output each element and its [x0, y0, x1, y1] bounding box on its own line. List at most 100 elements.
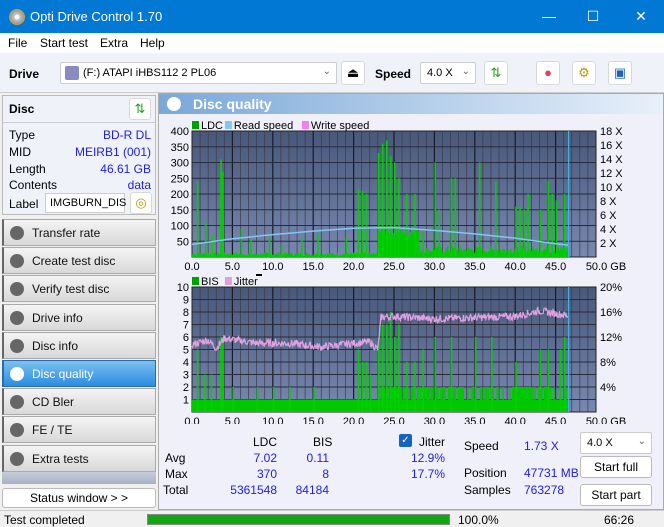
- legend-label: BIS: [201, 276, 219, 288]
- disc-type-key: Type: [9, 128, 36, 142]
- y-tick-label: 10: [177, 282, 189, 294]
- jitter-checkbox[interactable]: ✓: [399, 434, 412, 447]
- total-bis: 84184: [295, 483, 329, 497]
- nav-label: Create test disc: [32, 254, 116, 269]
- nav-disc-quality[interactable]: Disc quality: [2, 360, 156, 387]
- bar-peak: [268, 238, 271, 257]
- nav-label: Extra tests: [32, 451, 89, 466]
- legend-swatch: [192, 121, 199, 129]
- drive-select[interactable]: (F:) ATAPI iHBS112 2 PL06 ⌄: [60, 62, 337, 84]
- x-tick-label: 0.0: [184, 261, 199, 273]
- bar-peak: [313, 387, 315, 412]
- y2-tick-label: 8 X: [600, 196, 617, 208]
- x-tick-label: 20.0: [343, 416, 364, 424]
- max-label: Max: [165, 467, 188, 481]
- menu-start-test[interactable]: Start test: [40, 36, 88, 50]
- x-tick-label: 35.0: [464, 416, 485, 424]
- y2-tick-label: 4%: [600, 382, 616, 394]
- disc-label-field[interactable]: IMGBURN_DIS: [45, 193, 126, 213]
- disc-quality-panel: Disc quality 50 100 150 200 250 300 350 400 2 X4…: [158, 93, 664, 510]
- y2-tick-label: 18 X: [600, 126, 623, 138]
- refresh-button[interactable]: ⇅: [484, 61, 508, 85]
- bar-peak: [204, 374, 206, 412]
- bar-peak: [385, 140, 388, 257]
- bar-peak: [450, 337, 453, 412]
- legend-swatch: [224, 277, 232, 285]
- title-bar: Opti Drive Control 1.70 — ☐ ✕: [0, 0, 664, 33]
- start-part-button[interactable]: Start part: [580, 484, 652, 506]
- total-label: Total: [163, 483, 189, 497]
- nav-extra-tests[interactable]: Extra tests: [2, 444, 156, 472]
- nav-label: Disc info: [32, 338, 79, 353]
- bar-peak: [539, 209, 542, 257]
- bar-peak: [196, 181, 199, 257]
- bar-peak: [357, 189, 360, 257]
- nav-drive-info[interactable]: Drive info: [2, 303, 156, 331]
- x-tick-label: 15.0: [302, 261, 323, 273]
- x-tick-label: 40.0: [504, 416, 525, 424]
- chevron-down-icon: ⌄: [461, 66, 470, 77]
- x-tick-label: 40.0: [504, 261, 525, 273]
- bar-peak: [438, 209, 441, 257]
- y2-tick-label: 16 X: [600, 140, 623, 152]
- speed-stat-label: Speed: [464, 439, 499, 453]
- status-window-button[interactable]: Status window > >: [2, 488, 156, 508]
- bar-peak: [406, 194, 408, 257]
- drive-value: (F:) ATAPI iHBS112 2 PL06: [83, 67, 217, 79]
- nav-fe-te[interactable]: FE / TE: [2, 416, 156, 444]
- nav-disc-info[interactable]: Disc info: [2, 331, 156, 359]
- drive-icon: [65, 66, 79, 80]
- bar-peak: [204, 222, 207, 257]
- disc-info-panel: Disc ⇅ Type BD-R DL MID MEIRB1 (001) Len…: [2, 95, 156, 215]
- x-tick-label: 5.0: [225, 416, 240, 424]
- y2-tick-label: 4 X: [600, 224, 617, 236]
- menu-file[interactable]: File: [8, 36, 27, 50]
- x-tick-label: 0.0: [184, 416, 199, 424]
- x-tick-label: 10.0: [262, 261, 283, 273]
- legend-label: Write speed: [311, 120, 370, 132]
- bar-peak: [539, 349, 542, 412]
- disc-refresh-button[interactable]: ⇅: [129, 98, 151, 120]
- nav-spacer: [2, 472, 156, 484]
- y2-tick-label: 12%: [600, 332, 622, 344]
- bar-peak: [221, 337, 224, 412]
- menu-bar: File Start test Extra Help: [0, 33, 664, 53]
- close-button[interactable]: ✕: [626, 5, 656, 27]
- save-icon[interactable]: ▣: [608, 61, 632, 85]
- disc-icon[interactable]: ◎: [130, 192, 152, 214]
- menu-extra[interactable]: Extra: [100, 36, 128, 50]
- disc-label-key: Label: [9, 197, 39, 211]
- y2-tick-label: 10 X: [600, 182, 623, 194]
- eject-button[interactable]: ⏏: [341, 61, 365, 85]
- minimize-button[interactable]: —: [534, 5, 564, 27]
- bar-peak: [381, 324, 384, 412]
- bar-peak: [450, 178, 453, 257]
- bar-peak: [280, 244, 283, 257]
- nav-cd-bler[interactable]: CD Bler: [2, 388, 156, 416]
- bar-peak: [414, 194, 416, 257]
- nav-label: Verify test disc: [32, 282, 110, 297]
- test-speed-select[interactable]: 4.0 X ⌄: [580, 432, 652, 454]
- y-tick-label: 50: [177, 236, 189, 248]
- bar-peak: [394, 337, 396, 412]
- speed-select[interactable]: 4.0 X ⌄: [420, 62, 476, 84]
- disc-mid-key: MID: [9, 145, 31, 159]
- bar-peak: [422, 231, 424, 257]
- start-full-button[interactable]: Start full: [580, 456, 652, 478]
- maximize-button[interactable]: ☐: [578, 5, 608, 27]
- y-tick-label: 1: [183, 395, 189, 407]
- nav-create-test-disc[interactable]: Create test disc: [2, 247, 156, 275]
- nav-transfer-rate[interactable]: Transfer rate: [2, 219, 156, 246]
- erase-icon[interactable]: ●: [536, 61, 560, 85]
- legend-swatch: [192, 277, 199, 285]
- bar-peak: [272, 387, 275, 412]
- y-tick-label: 400: [171, 126, 189, 138]
- bar-peak: [515, 206, 517, 257]
- settings-icon[interactable]: ⚙: [572, 61, 596, 85]
- nav-verify-test-disc[interactable]: Verify test disc: [2, 275, 156, 303]
- bar-peak: [361, 362, 364, 412]
- y-tick-label: 8: [183, 307, 189, 319]
- progress-percent: 100.0%: [458, 513, 499, 527]
- menu-help[interactable]: Help: [140, 36, 165, 50]
- bar-peak: [211, 234, 213, 257]
